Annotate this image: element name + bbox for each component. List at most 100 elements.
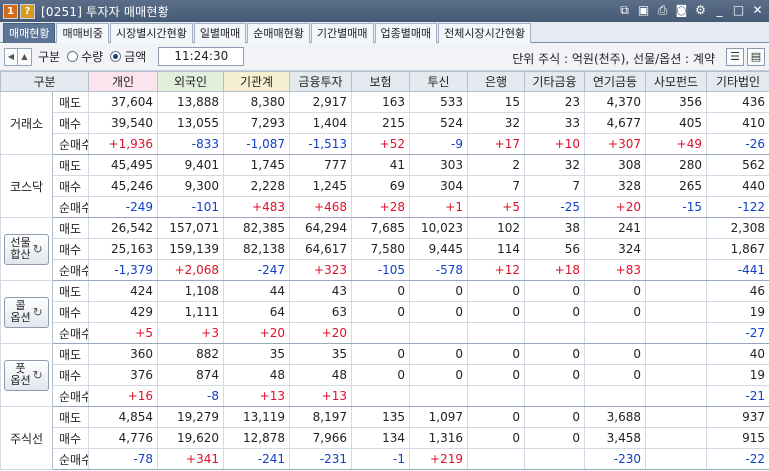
refresh-icon[interactable]: ↻ xyxy=(33,243,43,255)
value-cell: 32 xyxy=(524,154,585,176)
market-cell[interactable]: 콜 옵션 ↻ xyxy=(0,280,53,344)
value-cell xyxy=(467,448,525,470)
header-other-corp[interactable]: 기타법인 xyxy=(706,71,769,92)
value-cell: 40 xyxy=(706,343,769,365)
value-cell: +307 xyxy=(584,133,646,155)
value-cell xyxy=(524,322,585,344)
value-cell xyxy=(467,385,525,407)
value-cell: 45,246 xyxy=(88,175,158,197)
time-field[interactable]: 11:24:30 xyxy=(158,47,245,66)
tab-all-market-time[interactable]: 전체시장시간현황 xyxy=(438,23,532,43)
value-cell: 7 xyxy=(467,175,525,197)
list-settings-icon[interactable]: ▤ xyxy=(747,48,765,66)
net-buy-row-label: 순매수 xyxy=(52,196,89,218)
value-cell: 1,404 xyxy=(289,112,352,134)
header-foreigner[interactable]: 외국인 xyxy=(157,71,224,92)
header-investment-trust[interactable]: 투신 xyxy=(409,71,468,92)
link-icon[interactable]: ⧉ xyxy=(617,3,632,18)
header-private-fund[interactable]: 사모펀드 xyxy=(645,71,707,92)
value-cell: +28 xyxy=(351,196,410,218)
table-row: 거래소 매도 37,604 13,888 8,380 2,917 163 533 15 23 4,3… xyxy=(0,91,769,155)
value-cell: 303 xyxy=(409,154,468,176)
help-badge[interactable]: ? xyxy=(20,3,35,19)
value-cell xyxy=(584,385,646,407)
header-individual[interactable]: 개인 xyxy=(88,71,158,92)
tab-sector-trading[interactable]: 업종별매매 xyxy=(374,23,438,43)
value-cell: 0 xyxy=(467,301,525,323)
value-cell: 4,677 xyxy=(584,112,646,134)
tab-net-trading[interactable]: 순매매현황 xyxy=(247,23,310,43)
value-cell: -15 xyxy=(645,196,707,218)
value-cell: 524 xyxy=(409,112,468,134)
maximize-icon[interactable]: □ xyxy=(731,3,746,18)
net-buy-row-label: 순매수 xyxy=(52,259,89,281)
tab-daily-trading[interactable]: 일별매매 xyxy=(193,23,247,43)
value-cell: -78 xyxy=(88,448,158,470)
value-cell: +52 xyxy=(351,133,410,155)
radio-quantity[interactable]: 수량 xyxy=(67,48,103,65)
value-cell xyxy=(524,385,585,407)
header-institution-total[interactable]: 기관계 xyxy=(223,71,290,92)
next-arrow-icon[interactable]: ▲ xyxy=(18,47,32,66)
value-cell: 874 xyxy=(157,364,224,386)
market-toggle-button[interactable]: 콜 옵션 ↻ xyxy=(4,296,49,328)
value-cell: +3 xyxy=(157,322,224,344)
table-row: 풋 옵션 ↻ 매도 360 882 35 35 0 0 0 0 0 40 xyxy=(0,343,769,407)
copy-icon[interactable]: ▣ xyxy=(636,3,651,18)
tab-trading-status[interactable]: 매매현황 xyxy=(3,23,56,43)
print-icon[interactable]: ⎙ xyxy=(655,3,670,18)
radio-amount[interactable]: 금액 xyxy=(110,48,146,65)
market-toggle-button[interactable]: 선물 합산 ↻ xyxy=(4,233,49,265)
tab-trading-ratio[interactable]: 매매비중 xyxy=(56,23,109,43)
header-insurance[interactable]: 보험 xyxy=(351,71,410,92)
value-cell: +20 xyxy=(289,322,352,344)
window-number-badge[interactable]: 1 xyxy=(3,3,18,19)
table-row: 주식선 매도 4,854 19,279 13,119 8,197 135 1,097 0 0 3,6… xyxy=(0,406,769,470)
radio-amount-dot[interactable] xyxy=(110,51,122,62)
refresh-icon[interactable]: ↻ xyxy=(33,306,43,318)
refresh-icon[interactable]: ↻ xyxy=(33,369,43,381)
value-cell: 0 xyxy=(524,343,585,365)
market-cell[interactable]: 선물 합산 ↻ xyxy=(0,217,53,281)
minimize-icon[interactable]: _ xyxy=(712,3,727,18)
close-icon[interactable]: ✕ xyxy=(750,3,765,18)
prev-arrow-icon[interactable]: ◀ xyxy=(4,47,18,66)
value-cell xyxy=(409,322,468,344)
value-cell: 2,308 xyxy=(706,217,769,239)
market-name: 선물 합산 xyxy=(10,236,31,261)
value-cell: 324 xyxy=(584,238,646,260)
value-cell: 1,097 xyxy=(409,406,468,428)
value-cell: 7,966 xyxy=(289,427,352,449)
table-row: 매수 429 1,111 64 63 0 0 0 0 0 19 xyxy=(1,301,769,323)
tab-period-trading[interactable]: 기간별매매 xyxy=(310,23,374,43)
market-name: 콜 옵션 xyxy=(10,299,31,324)
market-cell[interactable]: 풋 옵션 ↻ xyxy=(0,343,53,407)
sell-row-label: 매도 xyxy=(52,343,89,365)
value-cell xyxy=(467,322,525,344)
header-category[interactable]: 구분 xyxy=(0,71,89,92)
value-cell: 23 xyxy=(524,91,585,113)
value-cell: 19,279 xyxy=(157,406,224,428)
value-cell: 937 xyxy=(706,406,769,428)
table-row: 콜 옵션 ↻ 매도 424 1,108 44 43 0 0 0 0 0 46 xyxy=(0,280,769,344)
market-toggle-button[interactable]: 풋 옵션 ↻ xyxy=(4,359,49,391)
value-cell: 0 xyxy=(524,406,585,428)
value-cell: +49 xyxy=(645,133,707,155)
grid-view-icon[interactable]: ☰ xyxy=(726,48,744,66)
radio-quantity-dot[interactable] xyxy=(67,51,79,62)
value-cell: 436 xyxy=(706,91,769,113)
table-row: 매수 45,246 9,300 2,228 1,245 69 304 7 7 328 265 440 xyxy=(1,175,769,197)
value-cell: 8,197 xyxy=(289,406,352,428)
header-other-finance[interactable]: 기타금융 xyxy=(524,71,585,92)
gear-icon[interactable]: ⚙ xyxy=(693,3,708,18)
header-bank[interactable]: 은행 xyxy=(467,71,525,92)
value-cell: 2,228 xyxy=(223,175,290,197)
value-cell: 82,385 xyxy=(223,217,290,239)
tab-market-time[interactable]: 시장별시간현황 xyxy=(109,23,193,43)
camera-icon[interactable]: ◙ xyxy=(674,3,689,18)
value-cell: 15 xyxy=(467,91,525,113)
header-pension[interactable]: 연기금등 xyxy=(584,71,646,92)
value-cell: 135 xyxy=(351,406,410,428)
header-financial-investment[interactable]: 금융투자 xyxy=(289,71,352,92)
market-cell: 주식선 xyxy=(0,406,53,470)
